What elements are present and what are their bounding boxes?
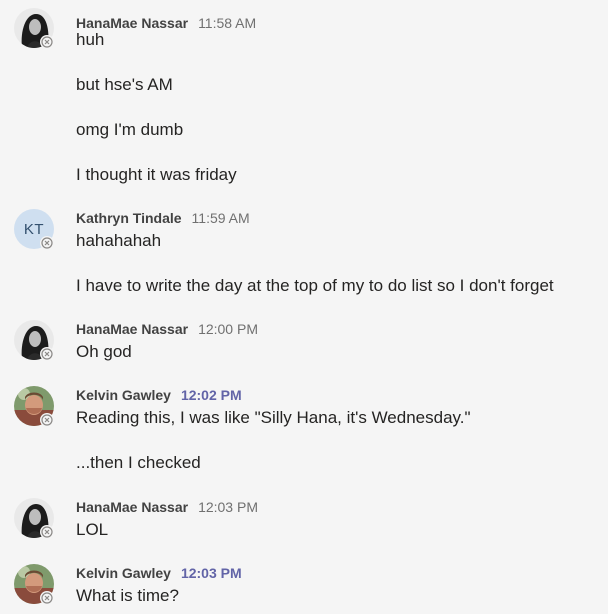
- message-text: Reading this, I was like "Silly Hana, it…: [76, 408, 471, 427]
- message-text: omg I'm dumb: [76, 120, 184, 139]
- presence-offline-icon: [40, 525, 54, 539]
- message-text: I thought it was friday: [76, 165, 237, 184]
- message-header: HanaMae Nassar 12:00 PM: [76, 320, 258, 338]
- timestamp: 12:02 PM: [180, 387, 242, 403]
- message-text: hahahahah: [76, 231, 162, 250]
- sender-name[interactable]: HanaMae Nassar: [76, 499, 188, 515]
- timestamp: 12:00 PM: [198, 321, 258, 337]
- message-text: LOL: [76, 520, 109, 539]
- presence-offline-icon: [40, 236, 54, 250]
- message-header: HanaMae Nassar 12:03 PM: [76, 498, 258, 516]
- message-header: Kelvin Gawley 12:02 PM: [76, 386, 242, 404]
- message-text: What is time?: [76, 586, 179, 605]
- sender-name[interactable]: HanaMae Nassar: [76, 321, 188, 337]
- message-text: Oh god: [76, 342, 132, 361]
- presence-offline-icon: [40, 591, 54, 605]
- timestamp: 12:03 PM: [180, 565, 242, 581]
- timestamp: 12:03 PM: [198, 499, 258, 515]
- presence-offline-icon: [40, 413, 54, 427]
- presence-offline-icon: [40, 35, 54, 49]
- message-header: Kathryn Tindale 11:59 AM: [76, 209, 250, 227]
- presence-offline-icon: [40, 347, 54, 361]
- timestamp: 11:59 AM: [191, 210, 250, 226]
- sender-name[interactable]: Kelvin Gawley: [76, 387, 171, 403]
- message-text: huh: [76, 30, 105, 49]
- message-text: I have to write the day at the top of my…: [76, 276, 554, 295]
- sender-name[interactable]: Kathryn Tindale: [76, 210, 182, 226]
- sender-name[interactable]: Kelvin Gawley: [76, 565, 171, 581]
- message-text: ...then I checked: [76, 453, 201, 472]
- timestamp: 11:58 AM: [198, 15, 257, 31]
- message-header: Kelvin Gawley 12:03 PM: [76, 564, 242, 582]
- message-text: but hse's AM: [76, 75, 173, 94]
